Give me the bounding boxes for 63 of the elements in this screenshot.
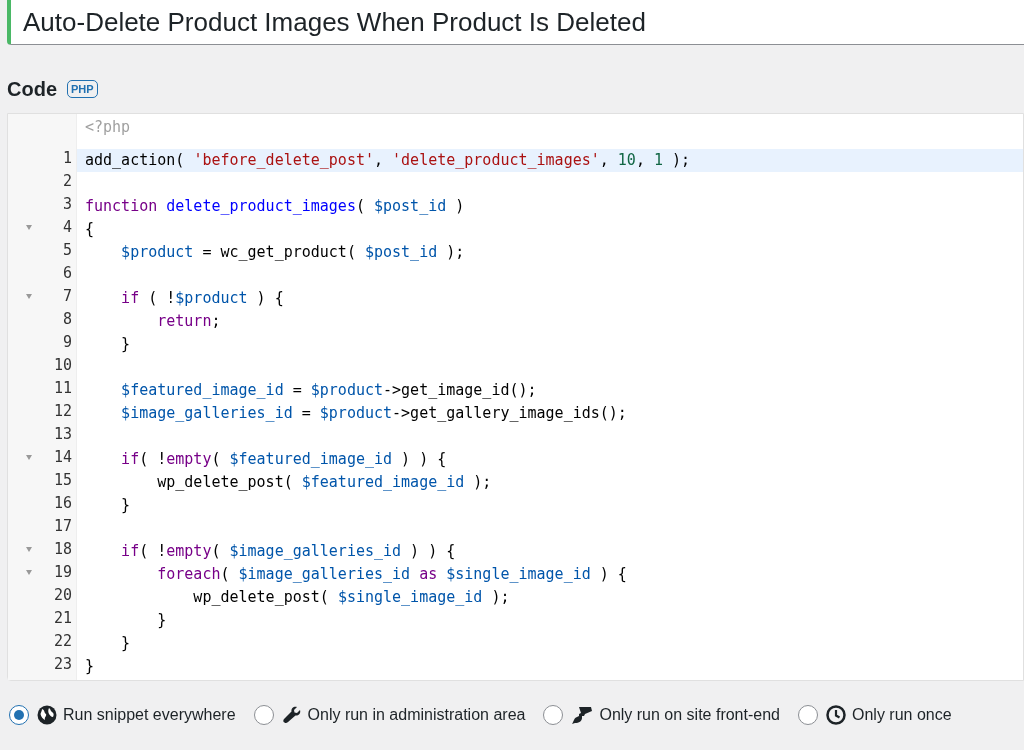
wrench-icon bbox=[281, 705, 302, 725]
line-number: 4 bbox=[61, 217, 72, 239]
code-line: function delete_product_images( $post_id ) bbox=[85, 197, 465, 215]
code-line: wp_delete_post( $featured_image_id ); bbox=[156, 473, 492, 491]
code-editor[interactable] bbox=[7, 113, 1024, 681]
code-line: } bbox=[120, 634, 131, 652]
code-line: add_action( 'before_delete_post', 'delete_product_images', 10, 1 ); bbox=[85, 151, 691, 169]
line-number: 14 bbox=[52, 447, 72, 469]
code-line: } bbox=[120, 335, 131, 353]
line-number: 6 bbox=[61, 263, 72, 285]
code-line: $product = wc_get_product( $post_id ); bbox=[120, 243, 465, 261]
code-line: if( !empty( $image_galleries_id ) ) { bbox=[120, 542, 456, 560]
php-open-tag: <?php bbox=[85, 116, 131, 139]
code-line: } bbox=[120, 496, 131, 514]
code-line: } bbox=[156, 611, 167, 629]
line-number: 12 bbox=[52, 401, 72, 423]
code-line: wp_delete_post( $single_image_id ); bbox=[192, 588, 510, 606]
fold-triangle-icon[interactable] bbox=[26, 294, 32, 299]
radio-button[interactable] bbox=[253, 705, 274, 725]
fold-triangle-icon[interactable] bbox=[26, 547, 32, 552]
option-label[interactable]: Run snippet everywhere bbox=[63, 703, 236, 727]
option-label[interactable]: Only run once bbox=[852, 703, 952, 727]
section-heading: Code bbox=[7, 77, 57, 102]
line-number: 1 bbox=[61, 148, 72, 170]
radio-button[interactable] bbox=[798, 705, 818, 725]
line-number: 13 bbox=[52, 424, 72, 446]
fold-triangle-icon[interactable] bbox=[26, 455, 32, 460]
fold-triangle-icon[interactable] bbox=[26, 570, 32, 575]
line-number: 15 bbox=[52, 470, 72, 492]
fold-triangle-icon[interactable] bbox=[26, 225, 32, 230]
option-label[interactable]: Only run in administration area bbox=[307, 703, 526, 727]
globe-icon bbox=[37, 705, 57, 725]
line-number: 19 bbox=[52, 562, 72, 584]
line-number: 20 bbox=[52, 585, 72, 607]
line-number: 9 bbox=[61, 332, 72, 354]
line-number: 11 bbox=[52, 378, 72, 400]
line-number: 8 bbox=[61, 309, 72, 331]
code-line: $image_galleries_id = $product->get_gallery_image_ids(); bbox=[120, 404, 627, 422]
radio-button[interactable] bbox=[543, 705, 564, 725]
code-line: if( !empty( $featured_image_id ) ) { bbox=[120, 450, 447, 468]
line-number: 3 bbox=[61, 194, 72, 216]
code-line: } bbox=[85, 657, 95, 675]
line-number: 23 bbox=[52, 654, 72, 676]
line-number: 17 bbox=[52, 516, 72, 538]
line-number: 10 bbox=[52, 355, 72, 377]
radio-button[interactable] bbox=[9, 705, 29, 725]
line-number: 2 bbox=[61, 171, 72, 193]
line-number: 18 bbox=[52, 539, 72, 561]
option-label[interactable]: Only run on site front-end bbox=[599, 703, 780, 727]
code-line: if ( !$product ) { bbox=[120, 289, 284, 307]
line-number: 16 bbox=[52, 493, 72, 515]
clock-icon bbox=[826, 705, 846, 725]
line-number: 5 bbox=[61, 240, 72, 262]
line-number: 22 bbox=[52, 631, 72, 653]
code-line: { bbox=[85, 220, 95, 238]
code-line: foreach( $image_galleries_id as $single_image_id ) { bbox=[156, 565, 627, 583]
code-line: return; bbox=[156, 312, 221, 330]
code-line: $featured_image_id = $product->get_image_id(); bbox=[120, 381, 537, 399]
line-number: 7 bbox=[61, 286, 72, 308]
line-number: 21 bbox=[52, 608, 72, 630]
language-badge: PHP bbox=[67, 80, 98, 98]
paintbrush-icon bbox=[571, 705, 594, 725]
title-field[interactable]: Auto-Delete Product Images When Product Is Deleted bbox=[7, 0, 1024, 45]
